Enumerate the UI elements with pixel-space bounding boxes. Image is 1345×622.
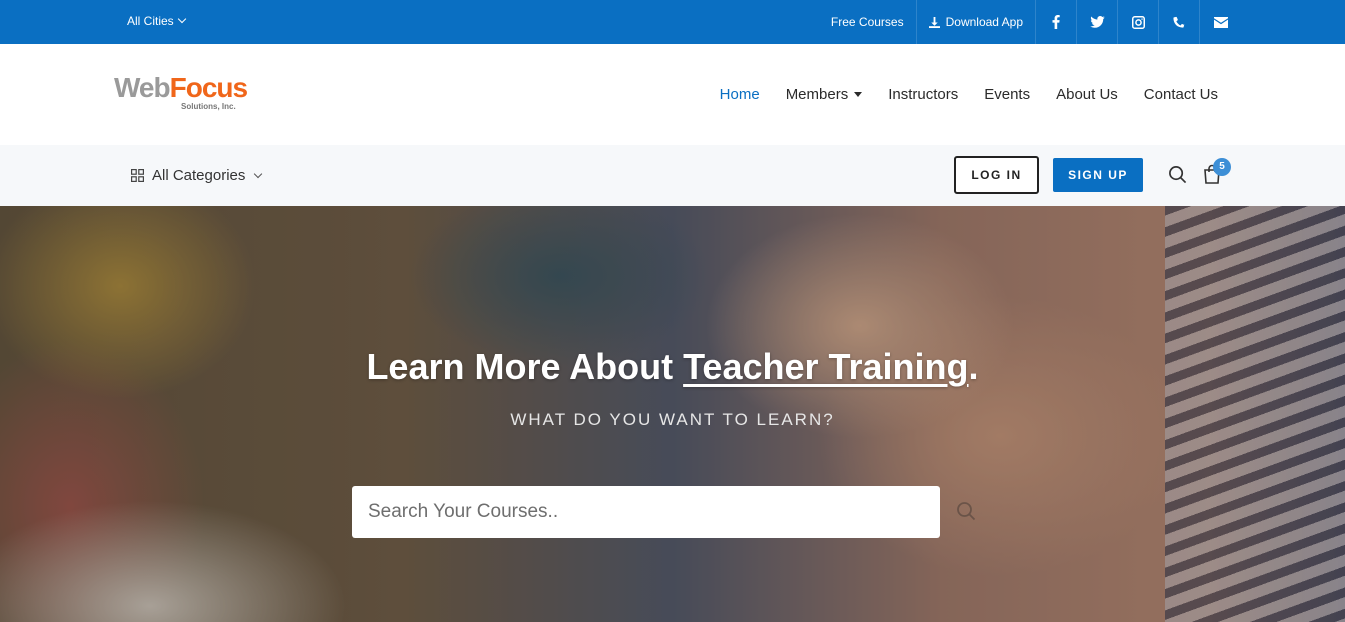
logo-web: Web — [114, 72, 171, 103]
city-selector[interactable]: All Cities — [127, 0, 186, 44]
all-categories-dropdown[interactable]: All Categories — [131, 145, 263, 206]
nav-about-us[interactable]: About Us — [1056, 86, 1118, 103]
nav-about-us-label: About Us — [1056, 86, 1118, 103]
search-icon[interactable] — [956, 501, 976, 526]
free-courses-link[interactable]: Free Courses — [831, 0, 917, 44]
hero-banner: Learn More About Teacher Training. WHAT … — [0, 206, 1345, 622]
all-categories-label: All Categories — [152, 167, 246, 184]
download-app-link[interactable]: Download App — [917, 0, 1036, 44]
nav-members[interactable]: Members — [786, 86, 863, 103]
facebook-icon — [1052, 15, 1060, 29]
login-button[interactable]: LOG IN — [954, 156, 1039, 194]
instagram-link[interactable] — [1118, 0, 1159, 44]
main-nav: Home Members Instructors Events About Us… — [720, 44, 1218, 145]
logo[interactable]: WebFocus Solutions, Inc. — [114, 72, 248, 118]
hero-title-suffix: . — [968, 346, 979, 387]
nav-instructors[interactable]: Instructors — [888, 86, 958, 103]
caret-down-icon — [854, 92, 863, 97]
chevron-down-icon — [177, 14, 186, 24]
facebook-link[interactable] — [1036, 0, 1077, 44]
search-icon[interactable] — [1168, 165, 1187, 189]
nav-members-label: Members — [785, 86, 849, 103]
nav-home[interactable]: Home — [720, 86, 760, 103]
nav-contact-us-label: Contact Us — [1143, 86, 1218, 103]
nav-events-label: Events — [984, 86, 1031, 103]
main-header: WebFocus Solutions, Inc. Home Members In… — [0, 44, 1345, 145]
logo-tagline: Solutions, Inc. — [181, 102, 236, 111]
top-bar: All Cities Free Courses Download App — [0, 0, 1345, 44]
hero-subtitle: WHAT DO YOU WANT TO LEARN? — [510, 410, 835, 429]
email-link[interactable] — [1200, 0, 1241, 44]
chevron-down-icon — [254, 169, 263, 178]
envelope-icon — [1213, 16, 1228, 28]
course-search-input[interactable] — [352, 486, 940, 538]
top-bar-links: Free Courses Download App — [831, 0, 1241, 44]
nav-instructors-label: Instructors — [888, 86, 959, 103]
nav-home-label: Home — [719, 86, 760, 103]
twitter-link[interactable] — [1077, 0, 1118, 44]
download-icon — [928, 16, 940, 28]
nav-contact-us[interactable]: Contact Us — [1144, 86, 1218, 103]
cart-count-badge: 5 — [1213, 158, 1231, 176]
instagram-icon — [1131, 15, 1145, 29]
phone-link[interactable] — [1159, 0, 1200, 44]
signup-button[interactable]: SIGN UP — [1053, 158, 1143, 192]
hero-title: Learn More About Teacher Training. — [0, 346, 1345, 388]
free-courses-label: Free Courses — [830, 15, 904, 29]
city-selector-label: All Cities — [127, 14, 174, 28]
download-app-label: Download App — [945, 15, 1023, 29]
nav-events[interactable]: Events — [984, 86, 1030, 103]
grid-icon — [131, 169, 144, 182]
hero-title-prefix: Learn More About — [366, 346, 684, 387]
logo-focus: Focus — [169, 72, 248, 103]
category-bar: All Categories LOG IN SIGN UP — [0, 145, 1345, 206]
hero-title-highlight: Teacher Training — [683, 346, 969, 387]
twitter-icon — [1089, 16, 1105, 28]
phone-icon — [1173, 16, 1185, 28]
